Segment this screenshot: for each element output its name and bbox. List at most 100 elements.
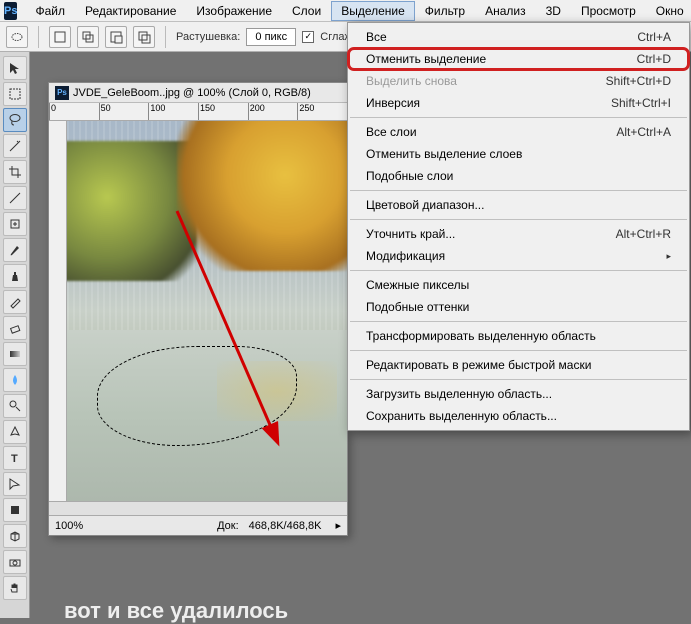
menu-separator xyxy=(350,190,687,191)
canvas[interactable] xyxy=(67,121,347,501)
menu-item[interactable]: Модификация xyxy=(348,245,689,267)
antialias-checkbox[interactable]: ✓ xyxy=(302,31,314,43)
ruler-tick: 100 xyxy=(148,103,198,120)
3d-tool[interactable] xyxy=(3,524,27,548)
menu-item-изображение[interactable]: Изображение xyxy=(186,1,282,21)
healing-brush-tool[interactable] xyxy=(3,212,27,236)
menu-item[interactable]: Отменить выделениеCtrl+D xyxy=(348,48,689,70)
menu-item[interactable]: Отменить выделение слоев xyxy=(348,143,689,165)
camera-tool[interactable] xyxy=(3,550,27,574)
menu-item-shortcut: Ctrl+A xyxy=(637,30,671,44)
feather-input[interactable] xyxy=(246,28,296,46)
type-tool[interactable]: T xyxy=(3,446,27,470)
menu-item[interactable]: Смежные пикселы xyxy=(348,274,689,296)
menu-item[interactable]: Сохранить выделенную область... xyxy=(348,405,689,427)
marquee-tool[interactable] xyxy=(3,82,27,106)
menu-item-label: Инверсия xyxy=(366,96,611,110)
document-title: JVDE_GeleBoom..jpg @ 100% (Слой 0, RGB/8… xyxy=(73,87,311,99)
toolbox: T xyxy=(0,52,30,618)
ruler-tick: 150 xyxy=(198,103,248,120)
menu-item[interactable]: Подобные оттенки xyxy=(348,296,689,318)
svg-text:T: T xyxy=(11,453,18,465)
menu-item-файл[interactable]: Файл xyxy=(25,1,75,21)
menu-item[interactable]: Цветовой диапазон... xyxy=(348,194,689,216)
annotation-arrow xyxy=(167,201,307,461)
menu-item-shortcut: Alt+Ctrl+R xyxy=(616,227,671,241)
eyedropper-tool[interactable] xyxy=(3,186,27,210)
pen-tool[interactable] xyxy=(3,420,27,444)
menu-item[interactable]: Все слоиAlt+Ctrl+A xyxy=(348,121,689,143)
menu-item-просмотр[interactable]: Просмотр xyxy=(571,1,646,21)
hand-tool[interactable] xyxy=(3,576,27,600)
menu-separator xyxy=(350,270,687,271)
menu-item-3d[interactable]: 3D xyxy=(536,1,571,21)
menu-item-shortcut: Shift+Ctrl+I xyxy=(611,96,671,110)
tool-preset-button[interactable] xyxy=(6,26,28,48)
path-tool[interactable] xyxy=(3,472,27,496)
chevron-right-icon[interactable]: ▸ xyxy=(335,519,341,532)
history-brush-tool[interactable] xyxy=(3,290,27,314)
document-titlebar[interactable]: Ps JVDE_GeleBoom..jpg @ 100% (Слой 0, RG… xyxy=(49,83,347,103)
separator xyxy=(165,26,166,48)
lasso-tool[interactable] xyxy=(3,108,27,132)
menu-item-label: Цветовой диапазон... xyxy=(366,198,671,212)
menu-item-label: Загрузить выделенную область... xyxy=(366,387,671,401)
move-tool[interactable] xyxy=(3,56,27,80)
subtract-selection-button[interactable] xyxy=(105,26,127,48)
ruler-vertical[interactable] xyxy=(49,121,67,501)
menu-item[interactable]: Уточнить край...Alt+Ctrl+R xyxy=(348,223,689,245)
menu-item-label: Подобные оттенки xyxy=(366,300,671,314)
menu-item-анализ[interactable]: Анализ xyxy=(475,1,536,21)
ruler-horizontal[interactable]: 050100150200250 xyxy=(49,103,347,121)
menu-item[interactable]: Редактировать в режиме быстрой маски xyxy=(348,354,689,376)
menu-item[interactable]: Подобные слои xyxy=(348,165,689,187)
canvas-area xyxy=(49,121,347,501)
docsize-value: 468,8K/468,8K xyxy=(249,520,322,532)
menu-item-label: Все xyxy=(366,30,637,44)
gradient-tool[interactable] xyxy=(3,342,27,366)
menu-item-shortcut: Shift+Ctrl+D xyxy=(606,74,671,88)
menu-item-окно[interactable]: Окно xyxy=(646,1,691,21)
ruler-tick: 0 xyxy=(49,103,99,120)
status-bar: 100% Док: 468,8K/468,8K ▸ xyxy=(49,515,347,535)
clone-stamp-tool[interactable] xyxy=(3,264,27,288)
menu-item-фильтр[interactable]: Фильтр xyxy=(415,1,475,21)
photoshop-logo: Ps xyxy=(4,2,17,20)
add-selection-button[interactable] xyxy=(77,26,99,48)
intersect-selection-button[interactable] xyxy=(133,26,155,48)
zoom-level[interactable]: 100% xyxy=(55,520,83,532)
menu-item-редактирование[interactable]: Редактирование xyxy=(75,1,186,21)
feather-label: Растушевка: xyxy=(176,31,240,43)
menu-item: Выделить сноваShift+Ctrl+D xyxy=(348,70,689,92)
magic-wand-tool[interactable] xyxy=(3,134,27,158)
menu-item-shortcut: Alt+Ctrl+A xyxy=(616,125,671,139)
crop-tool[interactable] xyxy=(3,160,27,184)
menu-item-label: Все слои xyxy=(366,125,616,139)
blur-tool[interactable] xyxy=(3,368,27,392)
new-selection-button[interactable] xyxy=(49,26,71,48)
menu-item[interactable]: ИнверсияShift+Ctrl+I xyxy=(348,92,689,114)
menu-item-shortcut: Ctrl+D xyxy=(637,52,671,66)
ruler-tick: 50 xyxy=(99,103,149,120)
scrollbar-horizontal[interactable] xyxy=(49,501,347,515)
menu-item-label: Отменить выделение слоев xyxy=(366,147,671,161)
menu-item-label: Редактировать в режиме быстрой маски xyxy=(366,358,671,372)
menu-separator xyxy=(350,219,687,220)
menu-item-слои[interactable]: Слои xyxy=(282,1,331,21)
menu-item-label: Смежные пикселы xyxy=(366,278,671,292)
menu-item[interactable]: ВсеCtrl+A xyxy=(348,26,689,48)
dodge-tool[interactable] xyxy=(3,394,27,418)
eraser-tool[interactable] xyxy=(3,316,27,340)
menu-item[interactable]: Загрузить выделенную область... xyxy=(348,383,689,405)
shape-tool[interactable] xyxy=(3,498,27,522)
menu-item-label: Выделить снова xyxy=(366,74,606,88)
ruler-tick: 200 xyxy=(248,103,298,120)
menu-separator xyxy=(350,379,687,380)
menu-item[interactable]: Трансформировать выделенную область xyxy=(348,325,689,347)
menu-item-выделение[interactable]: Выделение xyxy=(331,1,415,21)
menu-item-label: Сохранить выделенную область... xyxy=(366,409,671,423)
menu-item-label: Модификация xyxy=(366,249,666,263)
brush-tool[interactable] xyxy=(3,238,27,262)
menu-separator xyxy=(350,117,687,118)
document-window: Ps JVDE_GeleBoom..jpg @ 100% (Слой 0, RG… xyxy=(48,82,348,536)
